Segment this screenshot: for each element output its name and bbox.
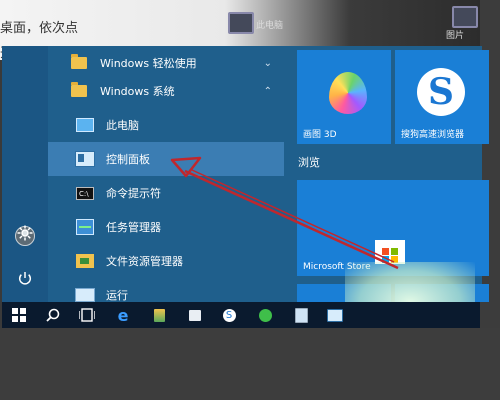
annotation-arrow [170, 156, 399, 270]
